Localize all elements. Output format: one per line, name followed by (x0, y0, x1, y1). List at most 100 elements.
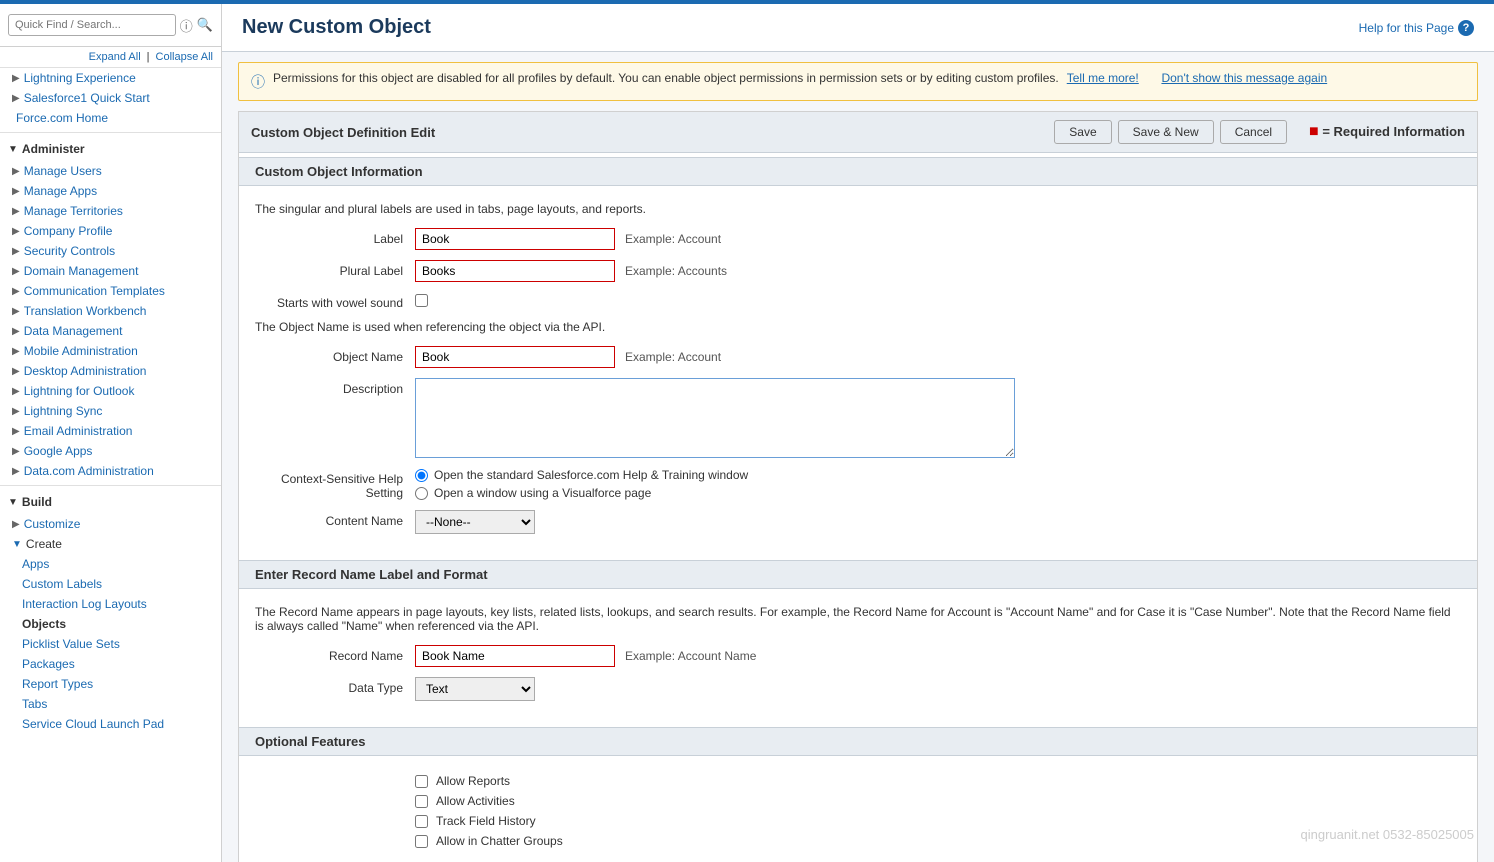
label-input[interactable] (415, 228, 615, 250)
context-help-option2[interactable]: Open a window using a Visualforce page (415, 486, 748, 500)
cancel-button[interactable]: Cancel (1220, 120, 1287, 144)
sidebar-item-data-management[interactable]: ▶ Data Management (0, 321, 221, 341)
search-icon[interactable]: 🔍 (197, 17, 213, 33)
save-new-button[interactable]: Save & New (1118, 120, 1214, 144)
arrow-icon: ▶ (12, 286, 20, 297)
sidebar-item-salesforce1[interactable]: ▶ Salesforce1 Quick Start (0, 88, 221, 108)
sidebar-item-customize[interactable]: ▶ Customize (0, 514, 221, 534)
sidebar-item-lightning-experience[interactable]: ▶ Lightning Experience (0, 68, 221, 88)
vowel-sound-checkbox[interactable] (415, 294, 428, 307)
sidebar-item-mobile-administration[interactable]: ▶ Mobile Administration (0, 341, 221, 361)
sidebar-subitem-tabs[interactable]: Tabs (0, 694, 221, 714)
sidebar-subitem-service-cloud[interactable]: Service Cloud Launch Pad (0, 714, 221, 734)
context-help-radio2[interactable] (415, 487, 428, 500)
track-field-history-item[interactable]: Track Field History (415, 814, 1461, 828)
tell-more-link[interactable]: Tell me more! (1067, 71, 1139, 85)
sidebar-item-label: Google Apps (24, 444, 93, 458)
sidebar-item-label: Lightning Sync (24, 404, 103, 418)
sidebar-subitem-custom-labels[interactable]: Custom Labels (0, 574, 221, 594)
arrow-icon: ▶ (12, 93, 20, 104)
allow-reports-checkbox[interactable] (415, 775, 428, 788)
allow-chatter-checkbox[interactable] (415, 835, 428, 848)
section-toggle-icon: ▼ (8, 144, 18, 155)
build-section-toggle[interactable]: ▼ Build (0, 490, 221, 514)
sidebar-subitem-picklist-value-sets[interactable]: Picklist Value Sets (0, 634, 221, 654)
context-help-row: Context-Sensitive Help Setting Open the … (255, 468, 1461, 500)
content-name-row: Content Name --None-- (255, 510, 1461, 534)
sidebar-subitem-label: Apps (22, 557, 49, 571)
arrow-icon: ▶ (12, 406, 20, 417)
form-title: Custom Object Definition Edit (251, 125, 435, 140)
sidebar-item-create[interactable]: ▼ Create (0, 534, 221, 554)
allow-reports-item[interactable]: Allow Reports (415, 774, 1461, 788)
description-textarea[interactable] (415, 378, 1015, 458)
help-link-text: Help for this Page (1359, 21, 1454, 35)
sidebar-item-forcecom[interactable]: Force.com Home (0, 108, 221, 128)
description-field-group (415, 378, 1015, 458)
sidebar-item-email-administration[interactable]: ▶ Email Administration (0, 421, 221, 441)
record-name-row: Record Name Example: Account Name (255, 645, 1461, 667)
arrow-icon: ▶ (12, 426, 20, 437)
allow-activities-checkbox[interactable] (415, 795, 428, 808)
administer-section-label: Administer (22, 142, 85, 156)
allow-activities-item[interactable]: Allow Activities (415, 794, 1461, 808)
vowel-sound-row: Starts with vowel sound (255, 292, 1461, 310)
track-field-history-checkbox[interactable] (415, 815, 428, 828)
object-name-input[interactable] (415, 346, 615, 368)
plural-label-input[interactable] (415, 260, 615, 282)
description-label: Description (255, 378, 415, 396)
context-help-option1-label: Open the standard Salesforce.com Help & … (434, 468, 748, 482)
sidebar-item-company-profile[interactable]: ▶ Company Profile (0, 221, 221, 241)
help-icon[interactable]: ⓘ (180, 16, 193, 35)
sidebar-item-security-controls[interactable]: ▶ Security Controls (0, 241, 221, 261)
expand-all-link[interactable]: Expand All (89, 51, 141, 63)
allow-chatter-item[interactable]: Allow in Chatter Groups (415, 834, 1461, 848)
arrow-icon: ▶ (12, 186, 20, 197)
arrow-icon: ▶ (12, 366, 20, 377)
sidebar-item-datacom-administration[interactable]: ▶ Data.com Administration (0, 461, 221, 481)
sidebar-subitem-packages[interactable]: Packages (0, 654, 221, 674)
sidebar-item-google-apps[interactable]: ▶ Google Apps (0, 441, 221, 461)
sidebar-item-manage-users[interactable]: ▶ Manage Users (0, 161, 221, 181)
sidebar-item-lightning-outlook[interactable]: ▶ Lightning for Outlook (0, 381, 221, 401)
administer-section-toggle[interactable]: ▼ Administer (0, 137, 221, 161)
build-section-label: Build (22, 495, 52, 509)
sidebar-item-label: Communication Templates (24, 284, 165, 298)
sidebar-item-lightning-sync[interactable]: ▶ Lightning Sync (0, 401, 221, 421)
sidebar-item-translation-workbench[interactable]: ▶ Translation Workbench (0, 301, 221, 321)
object-name-desc: The Object Name is used when referencing… (255, 320, 1461, 334)
label-field-label: Label (255, 228, 415, 246)
sidebar-item-label: Email Administration (24, 424, 133, 438)
data-type-select[interactable]: Text (415, 677, 535, 701)
sidebar-subitem-objects[interactable]: Objects (0, 614, 221, 634)
sidebar-subitem-label: Objects (22, 617, 66, 631)
arrow-icon: ▶ (12, 386, 20, 397)
record-name-field-label: Record Name (255, 645, 415, 663)
sidebar-subitem-apps[interactable]: Apps (0, 554, 221, 574)
data-type-field-group: Text (415, 677, 535, 701)
sidebar-subitem-report-types[interactable]: Report Types (0, 674, 221, 694)
plural-label-example: Example: Accounts (625, 264, 727, 278)
sidebar-subitem-interaction-log[interactable]: Interaction Log Layouts (0, 594, 221, 614)
label-row: Label Example: Account (255, 228, 1461, 250)
sidebar-item-domain-management[interactable]: ▶ Domain Management (0, 261, 221, 281)
search-input[interactable] (8, 14, 176, 36)
vowel-sound-label: Starts with vowel sound (255, 292, 415, 310)
dont-show-link[interactable]: Don't show this message again (1161, 71, 1327, 85)
custom-object-info-section: The singular and plural labels are used … (239, 190, 1477, 556)
sidebar-item-label: Force.com Home (16, 111, 108, 125)
context-help-label: Context-Sensitive Help Setting (255, 468, 415, 500)
section-toggle-icon: ▼ (8, 497, 18, 508)
context-help-option1[interactable]: Open the standard Salesforce.com Help & … (415, 468, 748, 482)
context-help-radio1[interactable] (415, 469, 428, 482)
help-link[interactable]: Help for this Page ? (1359, 20, 1474, 36)
sidebar-item-manage-territories[interactable]: ▶ Manage Territories (0, 201, 221, 221)
collapse-all-link[interactable]: Collapse All (156, 51, 213, 63)
allow-reports-label: Allow Reports (436, 774, 510, 788)
content-name-select[interactable]: --None-- (415, 510, 535, 534)
record-name-input[interactable] (415, 645, 615, 667)
sidebar-item-manage-apps[interactable]: ▶ Manage Apps (0, 181, 221, 201)
save-button[interactable]: Save (1054, 120, 1111, 144)
sidebar-item-communication-templates[interactable]: ▶ Communication Templates (0, 281, 221, 301)
sidebar-item-desktop-administration[interactable]: ▶ Desktop Administration (0, 361, 221, 381)
